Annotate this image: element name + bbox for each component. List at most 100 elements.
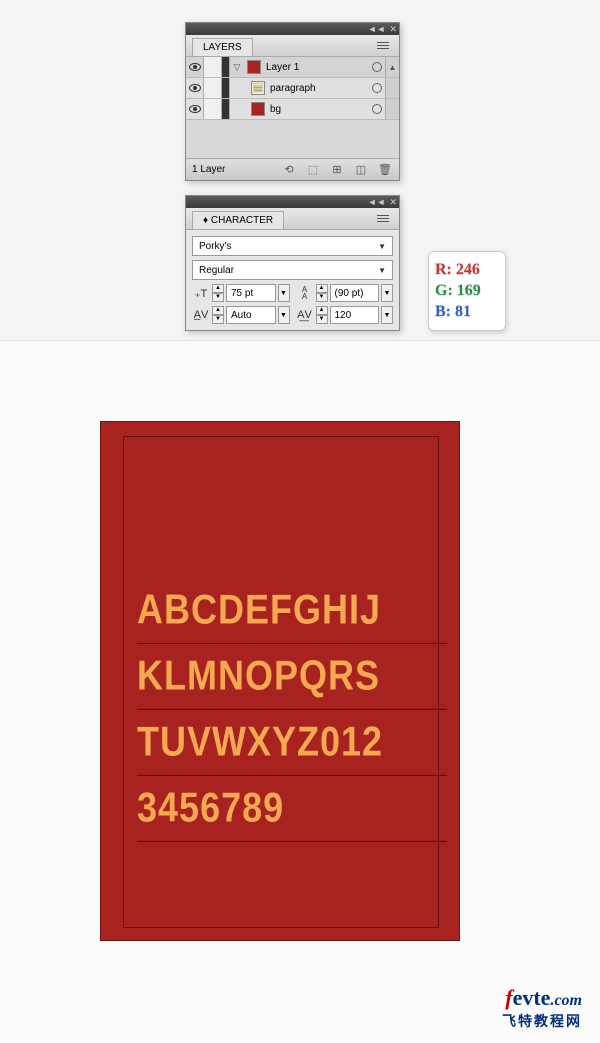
kerning-icon: A̲V	[192, 309, 210, 321]
font-size-input[interactable]: 75 pt	[226, 284, 276, 302]
leading-dropdown[interactable]: ▼	[381, 284, 393, 302]
layers-panel: ◄◄ ✕ LAYERS ▽ Layer 1 ▲ paragraph	[185, 22, 400, 181]
panel-title[interactable]: ♦ CHARACTER	[192, 211, 284, 229]
kerning-input[interactable]: Auto	[226, 306, 276, 324]
layer-swatch	[251, 102, 265, 116]
edit-column[interactable]	[222, 57, 230, 77]
kerning-spinner[interactable]: ▲▼	[212, 306, 224, 324]
font-size-control: ₊T ▲▼ 75 pt ▼	[192, 284, 290, 302]
layer-name[interactable]: paragraph	[268, 83, 369, 94]
watermark-text: 飞特教程网	[502, 1011, 582, 1031]
target-icon	[372, 62, 382, 72]
panel-options-button[interactable]	[377, 213, 393, 225]
font-family-value: Porky's	[199, 241, 231, 252]
lock-column[interactable]	[204, 78, 222, 98]
tracking-icon: A͟V	[296, 309, 314, 321]
panel-options-button[interactable]	[377, 40, 393, 52]
target-icon	[372, 83, 382, 93]
locate-object-button[interactable]: ⟲	[281, 163, 297, 177]
chevron-down-icon: ▼	[378, 266, 386, 275]
layer-row[interactable]: bg	[186, 99, 399, 120]
target-button[interactable]	[369, 62, 385, 72]
eye-icon	[189, 63, 201, 71]
rgb-b-label: B:	[435, 302, 451, 323]
font-size-icon: ₊T	[192, 287, 210, 300]
canvas-area: ABCDEFGHIJ KLMNOPQRS TUVWXYZ012 3456789 …	[0, 340, 600, 1043]
artboard[interactable]: ABCDEFGHIJ KLMNOPQRS TUVWXYZ012 3456789	[100, 421, 460, 941]
new-layer-button[interactable]: ◫	[353, 163, 369, 177]
font-style-value: Regular	[199, 265, 234, 276]
leading-icon: AA	[296, 286, 314, 300]
text-line-4: 3456789	[137, 775, 447, 842]
font-family-dropdown[interactable]: Porky's ▼	[192, 236, 393, 256]
character-body: Porky's ▼ Regular ▼ ₊T ▲▼ 75 pt ▼ AA ▲▼ …	[186, 230, 399, 330]
text-line-1: ABCDEFGHIJ	[137, 577, 447, 644]
close-icon[interactable]: ✕	[389, 198, 397, 207]
target-button[interactable]	[369, 104, 385, 114]
kerning-control: A̲V ▲▼ Auto ▼	[192, 306, 290, 324]
delete-layer-button[interactable]: 🗑	[377, 163, 393, 177]
tracking-spinner[interactable]: ▲▼	[316, 306, 328, 324]
layers-empty-area	[186, 120, 399, 158]
lock-column[interactable]	[204, 99, 222, 119]
rgb-b-row: B: 81	[435, 302, 499, 323]
visibility-toggle[interactable]	[186, 78, 204, 98]
scroll-track[interactable]	[385, 99, 399, 119]
collapse-icon[interactable]: ◄◄	[368, 25, 386, 34]
watermark: fevte.com 飞特教程网	[502, 985, 582, 1031]
font-style-dropdown[interactable]: Regular ▼	[192, 260, 393, 280]
rgb-readout: R: 246 G: 169 B: 81	[428, 251, 506, 331]
layer-name[interactable]: Layer 1	[264, 62, 369, 73]
panel-tab-bar: ◄◄ ✕	[186, 23, 399, 35]
target-button[interactable]	[369, 83, 385, 93]
artwork-text[interactable]: ABCDEFGHIJ KLMNOPQRS TUVWXYZ012 3456789	[137, 586, 447, 850]
panel-tab-bar: ◄◄ ✕	[186, 196, 399, 208]
leading-control: AA ▲▼ (90 pt) ▼	[296, 284, 394, 302]
watermark-url: fevte.com	[502, 985, 582, 1011]
rgb-g-row: G: 169	[435, 281, 499, 302]
kerning-dropdown[interactable]: ▼	[278, 306, 290, 324]
rgb-g-label: G:	[435, 281, 453, 302]
new-sublayer-button[interactable]: ⊞	[329, 163, 345, 177]
tracking-control: A͟V ▲▼ 120 ▼	[296, 306, 394, 324]
close-icon[interactable]: ✕	[389, 25, 397, 34]
layer-swatch	[247, 60, 261, 74]
tracking-dropdown[interactable]: ▼	[381, 306, 393, 324]
panel-title[interactable]: LAYERS	[192, 38, 253, 56]
chevron-down-icon: ▼	[378, 242, 386, 251]
rgb-r-value: 246	[456, 260, 480, 281]
rgb-g-value: 169	[457, 281, 481, 302]
edit-column[interactable]	[222, 99, 230, 119]
scroll-track[interactable]	[385, 78, 399, 98]
panel-header: ♦ CHARACTER	[186, 208, 399, 230]
layers-list: ▽ Layer 1 ▲ paragraph bg	[186, 57, 399, 158]
font-size-spinner[interactable]: ▲▼	[212, 284, 224, 302]
visibility-toggle[interactable]	[186, 57, 204, 77]
expand-toggle[interactable]: ▽	[230, 62, 244, 73]
rgb-r-row: R: 246	[435, 260, 499, 281]
layers-footer: 1 Layer ⟲ ⬚ ⊞ ◫ 🗑	[186, 158, 399, 180]
eye-icon	[189, 105, 201, 113]
scroll-up[interactable]: ▲	[385, 57, 399, 77]
leading-spinner[interactable]: ▲▼	[316, 284, 328, 302]
collapse-icon[interactable]: ◄◄	[368, 198, 386, 207]
lock-column[interactable]	[204, 57, 222, 77]
character-panel: ◄◄ ✕ ♦ CHARACTER Porky's ▼ Regular ▼ ₊T …	[185, 195, 400, 331]
layer-count-label: 1 Layer	[192, 164, 273, 175]
rgb-b-value: 81	[455, 302, 471, 323]
visibility-toggle[interactable]	[186, 99, 204, 119]
edit-column[interactable]	[222, 78, 230, 98]
text-line-3: TUVWXYZ012	[137, 709, 447, 776]
leading-input[interactable]: (90 pt)	[330, 284, 380, 302]
layer-name[interactable]: bg	[268, 104, 369, 115]
tracking-input[interactable]: 120	[330, 306, 380, 324]
layer-row[interactable]: ▽ Layer 1 ▲	[186, 57, 399, 78]
font-size-dropdown[interactable]: ▼	[278, 284, 290, 302]
layer-row[interactable]: paragraph	[186, 78, 399, 99]
target-icon	[372, 104, 382, 114]
make-clipping-button[interactable]: ⬚	[305, 163, 321, 177]
text-line-2: KLMNOPQRS	[137, 643, 447, 710]
layer-swatch	[251, 81, 265, 95]
eye-icon	[189, 84, 201, 92]
panel-header: LAYERS	[186, 35, 399, 57]
